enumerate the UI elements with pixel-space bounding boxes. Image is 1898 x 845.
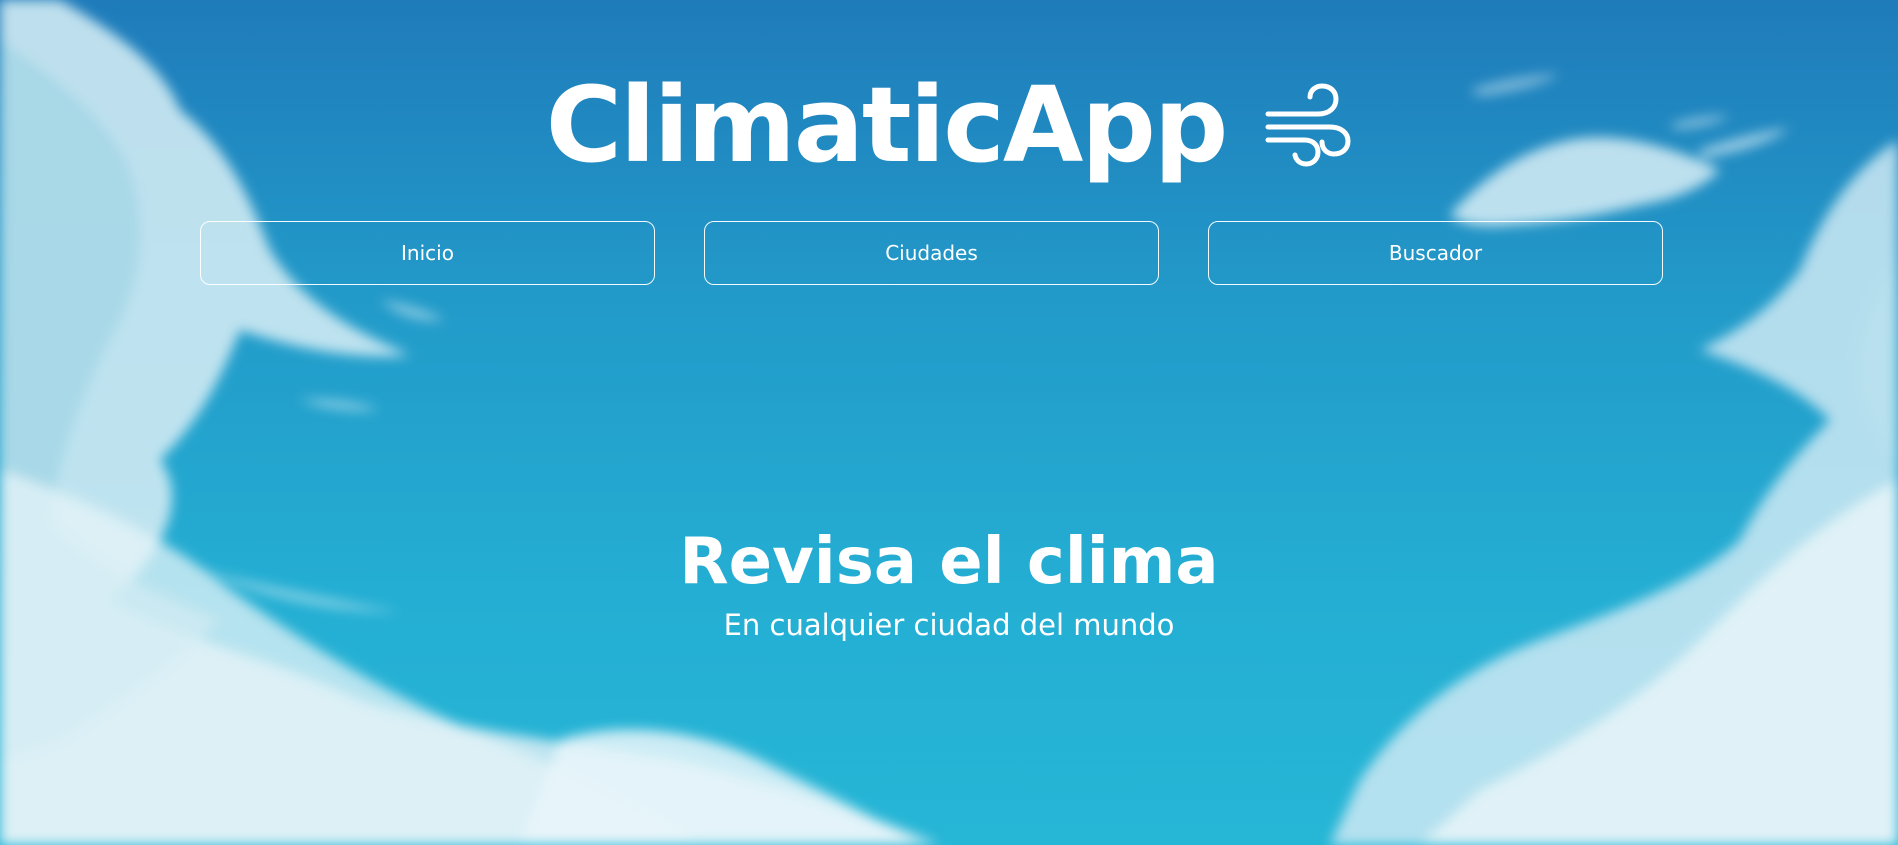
header: ClimaticApp: [0, 60, 1898, 190]
nav-button-inicio[interactable]: Inicio: [200, 221, 655, 285]
nav-button-ciudades[interactable]: Ciudades: [704, 221, 1159, 285]
nav-label-inicio: Inicio: [401, 241, 454, 265]
hero-subtitle: En cualquier ciudad del mundo: [723, 608, 1175, 642]
hero-title: Revisa el clima: [679, 525, 1219, 599]
wind-icon: [1260, 81, 1352, 173]
nav-label-buscador: Buscador: [1388, 241, 1483, 265]
main-nav: Inicio Ciudades Buscador: [200, 221, 1663, 285]
brand: ClimaticApp: [546, 73, 1353, 177]
hero: Revisa el clima En cualquier ciudad del …: [0, 523, 1898, 645]
nav-label-ciudades: Ciudades: [885, 241, 978, 265]
app-title: ClimaticApp: [545, 64, 1229, 186]
nav-button-buscador[interactable]: Buscador: [1208, 221, 1663, 285]
